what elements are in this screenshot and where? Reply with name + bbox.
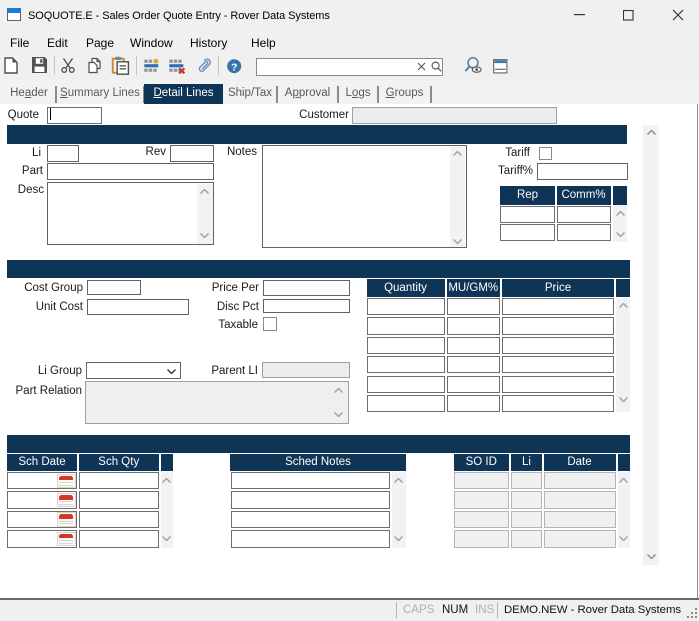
svg-text:?: ? [230, 61, 236, 73]
